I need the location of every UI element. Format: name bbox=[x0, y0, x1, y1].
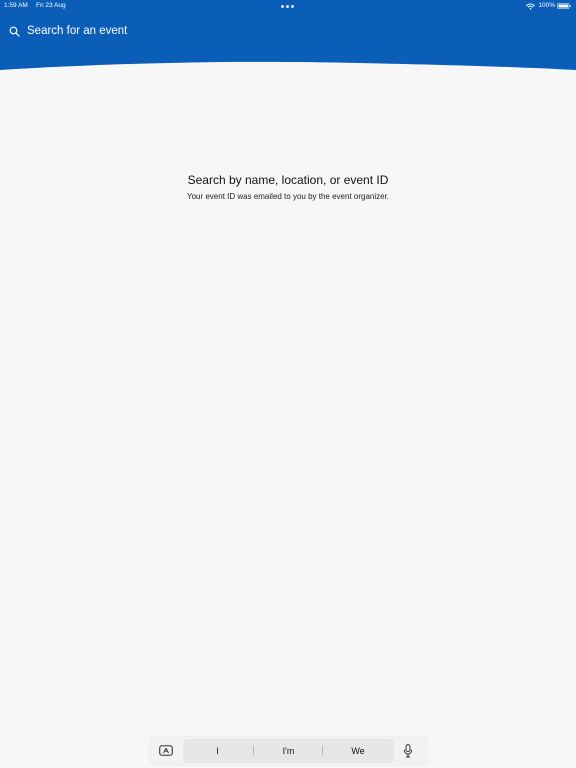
search-icon bbox=[9, 26, 20, 37]
more-dot bbox=[281, 4, 284, 8]
empty-state: Search by name, location, or event ID Yo… bbox=[0, 172, 576, 202]
microphone-icon[interactable] bbox=[403, 744, 413, 758]
empty-state-subtitle: Your event ID was emailed to you by the … bbox=[186, 192, 390, 201]
more-dot bbox=[291, 4, 294, 8]
screen: 1:59 AM Fri 23 Aug 100% Search for an ev… bbox=[0, 0, 576, 768]
battery-percent: 100% bbox=[538, 2, 555, 9]
keyboard-shortcut-bar: I I'm We bbox=[150, 737, 427, 765]
empty-state-title: Search by name, location, or event ID bbox=[187, 173, 389, 187]
wifi-icon bbox=[526, 2, 536, 10]
header-wave bbox=[0, 61, 576, 74]
battery-icon bbox=[557, 3, 571, 9]
keyboard-toggle-icon[interactable] bbox=[159, 745, 173, 756]
suggestion-im[interactable]: I'm bbox=[254, 739, 323, 763]
predictive-suggestions: I I'm We bbox=[183, 739, 394, 763]
suggestion-we[interactable]: We bbox=[323, 739, 393, 763]
event-search-input[interactable] bbox=[27, 23, 167, 39]
event-search-bar[interactable] bbox=[9, 22, 169, 40]
status-time: 1:59 AM bbox=[4, 2, 28, 9]
more-dots-icon[interactable] bbox=[281, 4, 295, 8]
more-dot bbox=[286, 4, 289, 8]
event-search-header: 1:59 AM Fri 23 Aug 100% bbox=[0, 0, 576, 74]
suggestion-i[interactable]: I bbox=[183, 739, 252, 763]
status-date: Fri 23 Aug bbox=[36, 2, 66, 9]
status-indicators: 100% bbox=[526, 0, 571, 12]
status-bar: 1:59 AM Fri 23 Aug 100% bbox=[0, 0, 576, 12]
